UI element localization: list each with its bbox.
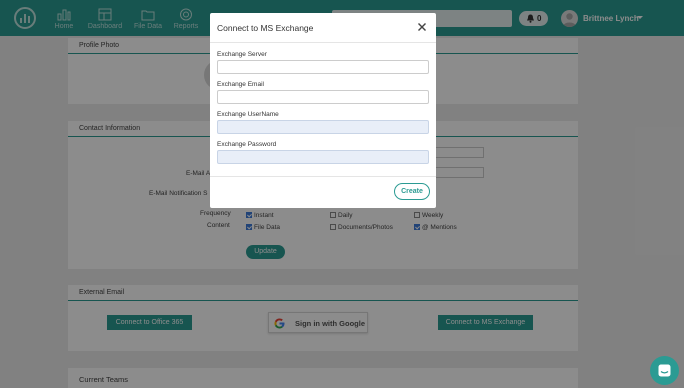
divider [210, 42, 436, 43]
create-button[interactable]: Create [394, 183, 430, 200]
chat-icon [658, 364, 671, 377]
modal-title: Connect to MS Exchange [217, 23, 314, 33]
divider [210, 176, 436, 177]
exchange-email-label: Exchange Email [217, 81, 264, 88]
exchange-username-input[interactable] [217, 120, 429, 134]
close-icon[interactable] [417, 22, 427, 32]
exchange-server-label: Exchange Server [217, 51, 267, 58]
exchange-password-input[interactable] [217, 150, 429, 164]
exchange-password-label: Exchange Password [217, 141, 277, 148]
chat-launcher-button[interactable] [650, 356, 679, 385]
exchange-email-input[interactable] [217, 90, 429, 104]
connect-ms-exchange-modal: Connect to MS Exchange Exchange Server E… [210, 13, 436, 208]
exchange-server-input[interactable] [217, 60, 429, 74]
exchange-username-label: Exchange UserName [217, 111, 279, 118]
